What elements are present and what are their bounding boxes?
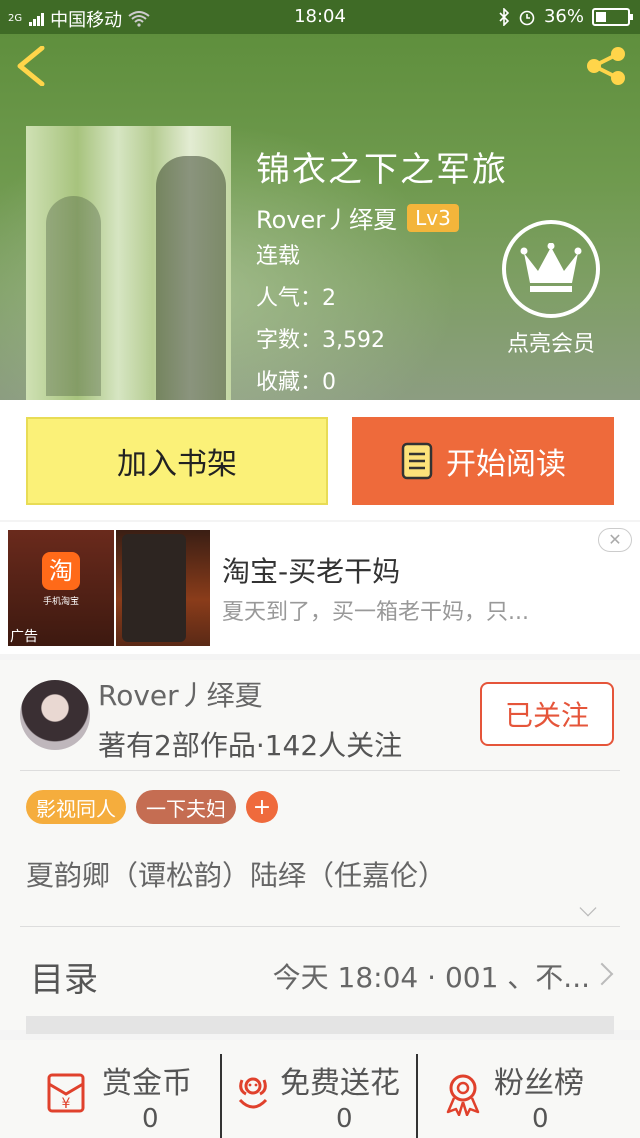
chevron-left-icon [17,45,45,87]
vip-label: 点亮会员 [506,332,595,357]
battery-icon [592,7,633,26]
send-flowers-label: 免费送花 [280,1066,400,1101]
fan-rank-button[interactable]: 粉丝榜 0 [440,1040,620,1138]
share-icon [587,47,625,85]
action-bar: 加入书架 开始阅读 [0,400,640,520]
fan-rank-value: 0 [532,1104,549,1134]
ad-description: 夏天到了，买一箱老干妈，只... [222,600,529,625]
separator [416,1054,418,1138]
medal-icon [446,1074,480,1116]
book-author-line: Rover丿绎夏 Lv3 [256,200,459,235]
toc-latest-chapter[interactable]: 今天 18:04 · 001 、不... [273,956,590,996]
ad-banner[interactable]: 淘 手机淘宝 广告 淘宝-买老干妈 夏天到了，买一箱老干妈，只... ✕ [0,522,640,654]
start-reading-button[interactable]: 开始阅读 [352,417,614,505]
book-header: 锦衣之下之军旅 Rover丿绎夏 Lv3 连载 人气：2 字数：3,592 收藏… [0,34,640,400]
divider [20,926,620,927]
tag-list: 影视同人 一下夫妇 + [26,790,278,824]
ad-title[interactable]: 淘宝-买老干妈 [222,550,400,590]
bottom-stats: ¥ 赏金币 0 免费送花 0 粉丝榜 0 [0,1040,640,1138]
share-button[interactable] [582,42,630,90]
close-icon[interactable]: ✕ [598,528,632,552]
toc-label[interactable]: 目录 [30,952,98,1001]
chevron-down-icon[interactable] [579,899,597,917]
flower-icon [238,1077,268,1109]
book-author[interactable]: Rover丿绎夏 [256,200,397,235]
red-envelope-icon: ¥ [47,1073,85,1113]
section-divider [26,1016,614,1034]
alarm-icon [519,10,535,25]
vip-button[interactable]: 点亮会员 [498,220,604,358]
book-description: 夏韵卿（谭松韵）陆绎（任嘉伦） [26,859,447,892]
back-button[interactable] [14,45,54,87]
ad-tag: 广告 [10,629,38,645]
tag-item[interactable]: 一下夫妇 [136,790,236,824]
bluetooth-icon [499,7,510,26]
status-bar: 2G 中国移动 18:04 36% [0,0,640,34]
battery-percent: 36% [543,6,584,27]
ad-image-caption: 手机淘宝 [42,597,79,607]
fan-rank-label: 粉丝榜 [494,1066,584,1101]
reward-coins-button[interactable]: ¥ 赏金币 0 [44,1040,214,1138]
svg-text:¥: ¥ [62,1096,71,1112]
book-cover [26,126,231,400]
add-to-shelf-button[interactable]: 加入书架 [26,417,328,505]
chevron-right-icon[interactable] [590,962,614,986]
book-word-count: 字数：3,592 [256,328,385,353]
send-flowers-value: 0 [336,1104,353,1134]
ad-image-secondary [116,530,210,646]
add-tag-button[interactable]: + [246,791,278,823]
author-stats: 著有2部作品·142人关注 [98,729,403,762]
follow-button[interactable]: 已关注 [480,682,614,746]
book-title: 锦衣之下之军旅 [256,150,508,190]
reward-coins-value: 0 [142,1104,159,1134]
avatar[interactable] [20,680,90,750]
book-popularity: 人气：2 [256,286,336,311]
start-reading-label: 开始阅读 [446,447,566,482]
book-status: 连载 [256,244,301,269]
status-right: 36% [498,6,633,27]
separator [220,1054,222,1138]
divider [20,770,620,771]
level-badge: Lv3 [407,203,459,232]
tag-item[interactable]: 影视同人 [26,790,126,824]
book-favorites: 收藏：0 [256,370,336,395]
author-name[interactable]: Rover丿绎夏 [98,674,263,714]
reward-coins-label: 赏金币 [102,1066,192,1101]
crown-icon [502,220,600,318]
book-icon [401,442,433,480]
send-flowers-button[interactable]: 免费送花 0 [230,1040,416,1138]
author-card: Rover丿绎夏 著有2部作品·142人关注 已关注 影视同人 一下夫妇 + 夏… [0,660,640,1030]
taobao-logo-icon: 淘 [42,552,80,590]
